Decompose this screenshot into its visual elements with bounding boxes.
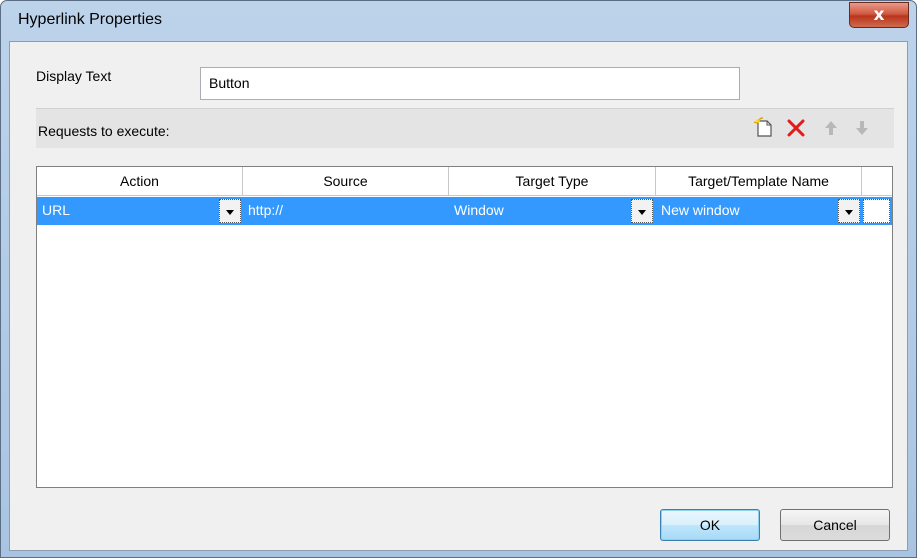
close-button[interactable]: x (849, 2, 909, 28)
window-title: Hyperlink Properties (18, 11, 163, 28)
action-dropdown-button[interactable] (219, 199, 241, 223)
chevron-down-icon (638, 210, 646, 215)
requests-toolbar: Requests to execute: (36, 108, 894, 148)
action-cell[interactable]: URL (37, 197, 217, 225)
requests-grid: Action Source Target Type Target/Templat… (36, 166, 893, 488)
row-extra-cell[interactable] (863, 199, 890, 223)
target-name-cell[interactable]: New window (656, 197, 836, 225)
requests-label: Requests to execute: (38, 123, 170, 139)
target-type-cell[interactable]: Window (449, 197, 629, 225)
column-header-target-type[interactable]: Target Type (449, 167, 656, 196)
display-text-input[interactable]: Button (200, 67, 740, 100)
table-row[interactable]: URL http:// Window New window (37, 197, 892, 225)
source-cell[interactable]: http:// (243, 197, 449, 225)
new-request-icon[interactable] (753, 117, 775, 139)
display-text-label: Display Text (36, 68, 112, 84)
target-type-dropdown-button[interactable] (631, 199, 653, 223)
dialog-body: Display Text Button Requests to execute:… (9, 41, 908, 551)
title-bar[interactable]: Hyperlink Properties x (1, 1, 916, 41)
move-up-icon[interactable] (820, 117, 842, 139)
column-header-extra (862, 167, 892, 196)
target-name-dropdown-button[interactable] (838, 199, 860, 223)
chevron-down-icon (845, 210, 853, 215)
cancel-button[interactable]: Cancel (780, 509, 890, 541)
column-header-action[interactable]: Action (37, 167, 243, 196)
chevron-down-icon (226, 210, 234, 215)
column-header-target-template-name[interactable]: Target/Template Name (656, 167, 862, 196)
ok-button[interactable]: OK (660, 509, 760, 541)
delete-icon[interactable] (785, 117, 807, 139)
close-icon: x (873, 5, 885, 25)
move-down-icon[interactable] (851, 117, 873, 139)
column-header-source[interactable]: Source (243, 167, 449, 196)
hyperlink-properties-dialog: Hyperlink Properties x Display Text Butt… (0, 0, 917, 558)
